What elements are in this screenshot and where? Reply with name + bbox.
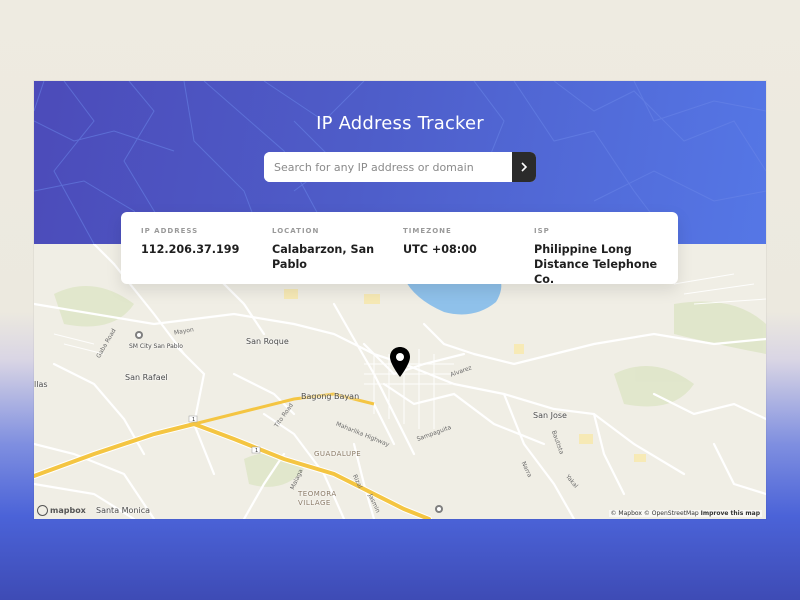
mapbox-attribution-link[interactable]: © Mapbox: [611, 510, 642, 517]
ip-address-value: 112.206.37.199: [141, 243, 240, 256]
location-label: LOCATION: [272, 227, 320, 235]
ip-address-label: IP ADDRESS: [141, 227, 199, 235]
map-label-san-rafael: San Rafael: [125, 373, 168, 382]
ip-info-card: IP ADDRESS 112.206.37.199 LOCATION Calab…: [121, 212, 678, 287]
route-shield-1b: 1: [255, 448, 258, 454]
location-section: LOCATION Calabarzon, San Pablo: [272, 227, 397, 272]
mapbox-logo-text: mapbox: [50, 506, 86, 515]
improve-map-link[interactable]: Improve this map: [701, 510, 760, 517]
search-bar: [264, 152, 536, 182]
ip-address-section: IP ADDRESS 112.206.37.199: [141, 227, 261, 257]
timezone-value: UTC +08:00: [403, 243, 477, 256]
app-window: IP Address Tracker IP ADDRESS 112.206.37…: [34, 81, 766, 519]
location-pin-icon[interactable]: [389, 346, 411, 378]
map-label-bagong-bayan: Bagong Bayan: [301, 392, 360, 401]
page-title: IP Address Tracker: [316, 113, 484, 134]
search-input[interactable]: [264, 152, 512, 182]
map-attribution: © Mapbox © OpenStreetMap Improve this ma…: [608, 510, 762, 517]
mapbox-logo-icon: [37, 505, 48, 516]
mapbox-logo[interactable]: mapbox: [37, 505, 86, 516]
isp-value: Philippine Long Distance Telephone Co.: [534, 243, 658, 286]
timezone-label: TIMEZONE: [403, 227, 452, 235]
map-label-teomora: TEOMORA VILLAGE: [298, 490, 337, 507]
map-label-santa-monica: Santa Monica: [96, 506, 151, 515]
isp-label: ISP: [534, 227, 550, 235]
timezone-section: TIMEZONE UTC +08:00: [403, 227, 523, 257]
map-label-san-jose: San Jose: [533, 411, 567, 420]
chevron-right-icon: [521, 162, 528, 172]
search-submit-button[interactable]: [512, 152, 536, 182]
route-shield-1a: 1: [192, 417, 195, 423]
isp-section: ISP Philippine Long Distance Telephone C…: [534, 227, 664, 287]
map-label-sm-city: SM City San Pablo: [129, 343, 183, 350]
osm-attribution-link[interactable]: © OpenStreetMap: [644, 510, 699, 517]
map-label-llas: llas: [34, 380, 48, 389]
location-value: Calabarzon, San Pablo: [272, 243, 375, 271]
map-label-san-roque: San Roque: [246, 337, 289, 346]
map-label-guadalupe: GUADALUPE: [314, 450, 362, 458]
